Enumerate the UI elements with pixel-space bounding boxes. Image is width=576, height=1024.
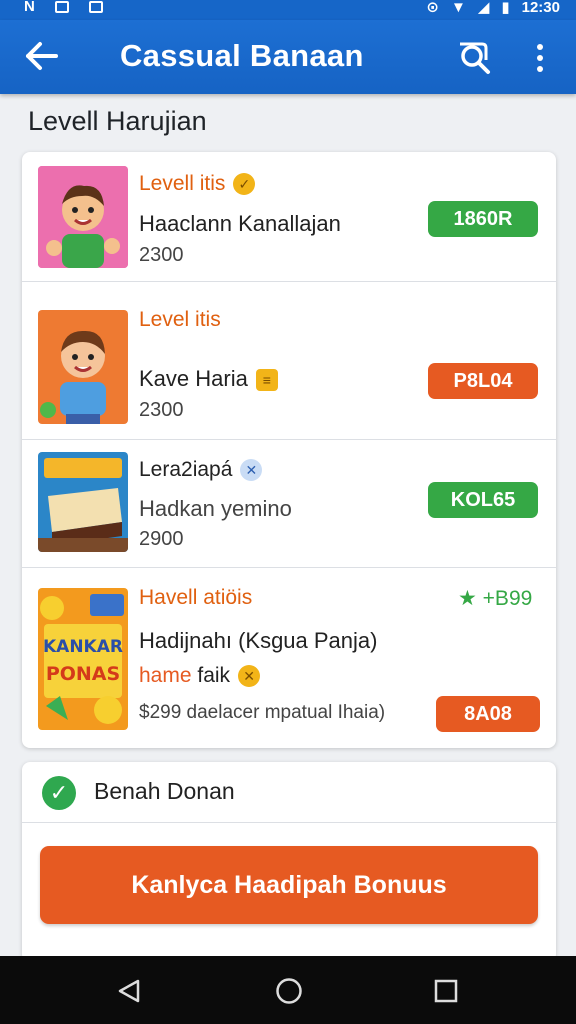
divider [22,822,556,823]
item-tag-suffix: faik [197,664,231,687]
clock: 12:30 [521,0,560,16]
status-bar: N ⊙ ▼ ◢ ▮ 12:30 [0,0,576,20]
gallery-notification-icon [88,0,103,13]
item-name: Hadijnahı (Ksgua Panja) [139,628,378,653]
list-item[interactable]: Levell itis ✓ Haaclann Kanallajan 2300 18… [22,152,556,282]
gold-coin-icon: ≡ [255,369,278,392]
search-icon[interactable] [454,38,494,78]
section-title: Levell Harujian [28,106,207,136]
checkmark-icon[interactable]: ✓ [42,776,76,810]
more-options-icon[interactable] [528,42,552,74]
list-item[interactable]: Lera2iapá ✕ Hadkan yemino 2900 KOL65 [22,440,556,568]
level-label: Havell atiöis [139,586,253,609]
level-label: Levell itis [139,172,226,195]
reward-list-card: Levell itis ✓ Haaclann Kanallajan 2300 18… [22,152,556,748]
item-points: 2900 [139,528,184,550]
level-label: Lera2iapá [139,458,233,481]
item-points: 2300 [139,399,184,421]
rating: ★ +B99 [458,586,532,611]
price-button[interactable]: KOL65 [428,482,538,518]
item-tag: hame [139,664,192,687]
claim-bonus-button[interactable]: Kanlyca Haadipah Bonuus [40,846,538,924]
recents-nav-icon[interactable] [433,978,459,1004]
item-detail: $299 daelacer mpatual Ihaia) [139,702,386,723]
price-button[interactable]: 1860R [428,201,538,237]
item-name: Kave Haria [139,366,248,391]
gold-medal-icon: ✕ [238,665,261,688]
item-points: 2300 [139,244,184,266]
thumb-text-1: KANKAR [43,637,123,657]
list-item[interactable]: KANKAR PONAS Havell atiöis ★ +B99 Hadijn… [22,568,556,748]
blue-star-badge-icon: ✕ [240,459,263,482]
app-title: Cassual Banaan [120,38,364,73]
price-button[interactable]: P8L04 [428,363,538,399]
battery-icon: ▮ [501,0,510,16]
alarm-icon: ⊙ [426,0,439,16]
wifi-icon: ▼ [450,0,466,16]
boy-avatar-thumbnail [38,310,128,424]
app-bar: Cassual Banaan [0,20,576,94]
bonus-card: ✓ Benah Donan Kanlyca Haadipah Bonuus [22,762,556,962]
checkbox-label: Benah Donan [94,778,235,804]
level-label: Level itis [139,308,221,331]
notification-n-icon: N [24,0,35,15]
bonus-box-thumbnail: KANKAR PONAS [38,588,128,730]
image-notification-icon [54,0,69,13]
boy-avatar-thumbnail [38,166,128,268]
game-box-thumbnail [38,452,128,552]
rating-value: +B99 [482,587,533,610]
star-icon: ★ [458,587,477,610]
item-name: Haaclann Kanallajan [139,211,341,236]
signal-icon: ◢ [477,0,490,16]
gold-medal-icon: ✓ [233,173,256,196]
home-nav-icon[interactable] [275,977,303,1005]
navigation-bar [0,956,576,1024]
thumb-text-2: PONAS [46,663,120,685]
item-name: Hadkan yemino [139,496,292,521]
list-item[interactable]: Level itis Kave Haria ≡ 2300 P8L04 [22,282,556,440]
price-button[interactable]: 8A08 [436,696,540,732]
back-arrow-icon[interactable] [22,38,62,74]
back-nav-icon[interactable] [116,978,142,1004]
